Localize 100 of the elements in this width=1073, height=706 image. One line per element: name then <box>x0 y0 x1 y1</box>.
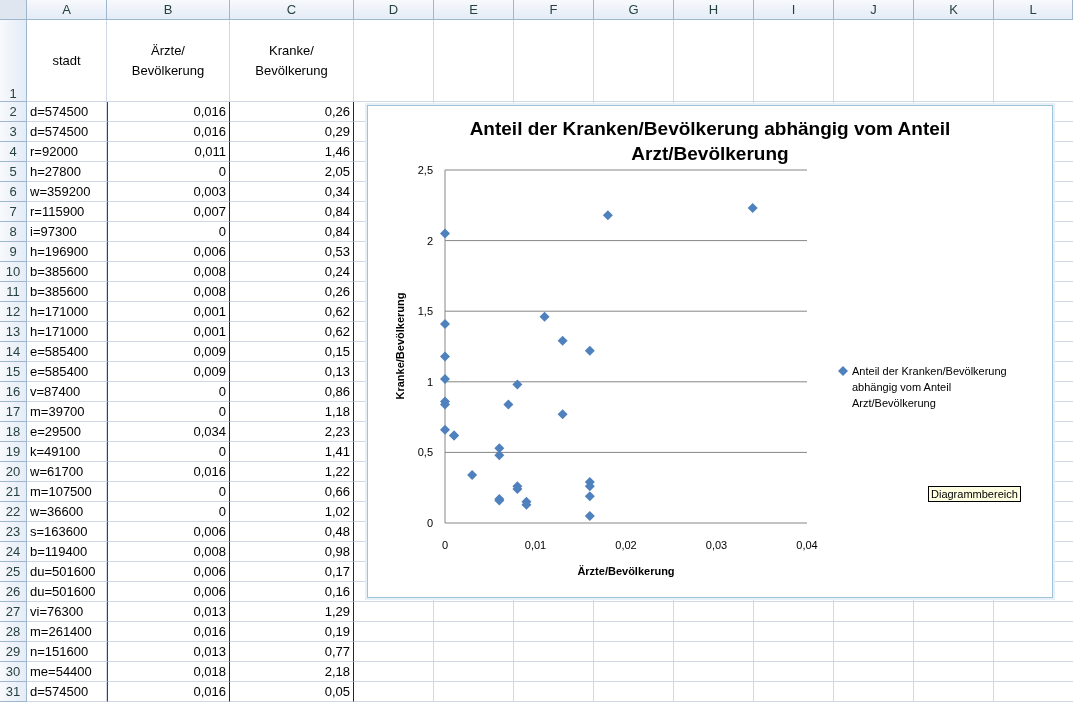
table-cell: 0,13 <box>230 362 354 382</box>
legend-label: Anteil der Kranken/Bevölkerung abhängig vom Anteil Arzt/Bevölkerung <box>852 364 1008 411</box>
axis-tick-label: 0,03 <box>705 539 728 551</box>
table-cell: du=501600 <box>27 582 107 602</box>
table-cell: 1,18 <box>230 402 354 422</box>
table-cell: 0,003 <box>107 182 230 202</box>
table-cell: 0,009 <box>107 362 230 382</box>
table-cell: 2,05 <box>230 162 354 182</box>
table-cell: 0,013 <box>107 642 230 662</box>
table-cell: 0,84 <box>230 222 354 242</box>
table-cell: 0,05 <box>230 682 354 702</box>
table-cell: 0,001 <box>107 302 230 322</box>
table-cell: 0,034 <box>107 422 230 442</box>
table-cell: 0,66 <box>230 482 354 502</box>
axis-tick-label: 1,5 <box>417 305 433 318</box>
table-cell: 2,23 <box>230 422 354 442</box>
table-cell: 0,53 <box>230 242 354 262</box>
table-cell: 0,006 <box>107 522 230 542</box>
axis-tick-label: 0 <box>426 517 433 529</box>
table-cell: 1,02 <box>230 502 354 522</box>
table-cell: 0,48 <box>230 522 354 542</box>
table-cell: 0,16 <box>230 582 354 602</box>
table-cell: m=39700 <box>27 402 107 422</box>
table-cell: d=574500 <box>27 102 107 122</box>
table-cell: vi=76300 <box>27 602 107 622</box>
table-cell: 0,011 <box>107 142 230 162</box>
table-cell: 0,62 <box>230 322 354 342</box>
table-cell: h=171000 <box>27 302 107 322</box>
table-cell: 0,008 <box>107 262 230 282</box>
table-cell: Kranke/ Bevölkerung <box>230 20 354 102</box>
table-cell: v=87400 <box>27 382 107 402</box>
table-cell: 0,016 <box>107 122 230 142</box>
table-cell: stadt <box>27 20 107 102</box>
table-cell: me=54400 <box>27 662 107 682</box>
table-cell: 0,77 <box>230 642 354 662</box>
table-cell: n=151600 <box>27 642 107 662</box>
table-cell: 0,62 <box>230 302 354 322</box>
table-cell: h=171000 <box>27 322 107 342</box>
table-cell: r=115900 <box>27 202 107 222</box>
table-cell: du=501600 <box>27 562 107 582</box>
table-cell: 0,006 <box>107 242 230 262</box>
table-cell: 0,34 <box>230 182 354 202</box>
table-cell: Ärzte/ Bevölkerung <box>107 20 230 102</box>
table-cell: 1,41 <box>230 442 354 462</box>
table-cell: 0,24 <box>230 262 354 282</box>
table-cell: m=107500 <box>27 482 107 502</box>
table-cell: 1,29 <box>230 602 354 622</box>
table-cell: 0,008 <box>107 542 230 562</box>
table-cell: s=163600 <box>27 522 107 542</box>
table-cell: e=585400 <box>27 342 107 362</box>
table-cell: 0,006 <box>107 582 230 602</box>
table-cell: w=359200 <box>27 182 107 202</box>
table-cell: d=574500 <box>27 682 107 702</box>
table-cell: 0 <box>107 482 230 502</box>
table-cell: h=27800 <box>27 162 107 182</box>
axis-tick-label: 0,04 <box>796 539 818 551</box>
table-cell: 1,22 <box>230 462 354 482</box>
axis-tick-label: 0,5 <box>417 446 433 459</box>
table-cell: m=261400 <box>27 622 107 642</box>
table-cell: 0,17 <box>230 562 354 582</box>
table-cell: 0,016 <box>107 682 230 702</box>
axis-tick-label: 1 <box>426 375 433 388</box>
table-cell: 0,26 <box>230 102 354 122</box>
table-cell: b=119400 <box>27 542 107 562</box>
table-cell: 0 <box>107 502 230 522</box>
table-cell: 0,001 <box>107 322 230 342</box>
table-cell: 0,15 <box>230 342 354 362</box>
table-cell: 0,006 <box>107 562 230 582</box>
table-cell: 0,26 <box>230 282 354 302</box>
table-cell: 0 <box>107 162 230 182</box>
y-axis-title: Kranke/Bevölkerung <box>394 292 406 400</box>
axis-tick-label: 2 <box>426 234 433 247</box>
table-cell: 0,86 <box>230 382 354 402</box>
table-cell: 0,013 <box>107 602 230 622</box>
table-cell: i=97300 <box>27 222 107 242</box>
axis-tick-label: 0 <box>441 539 449 551</box>
axis-tick-label: 2,5 <box>417 164 433 176</box>
table-cell: w=36600 <box>27 502 107 522</box>
table-cell: 0 <box>107 222 230 242</box>
table-cell: 0,018 <box>107 662 230 682</box>
table-cell: 0,009 <box>107 342 230 362</box>
x-axis-title: Ärzte/Bevölkerung <box>577 565 675 577</box>
table-cell: 0,98 <box>230 542 354 562</box>
table-cell: h=196900 <box>27 242 107 262</box>
table-cell: 0,84 <box>230 202 354 222</box>
table-cell: 0,19 <box>230 622 354 642</box>
table-cell: 2,18 <box>230 662 354 682</box>
tooltip: Diagrammbereich <box>928 486 1021 502</box>
table-cell: e=585400 <box>27 362 107 382</box>
table-cell: 0 <box>107 442 230 462</box>
table-cell: 1,46 <box>230 142 354 162</box>
table-cell: b=385600 <box>27 262 107 282</box>
table-cell: 0 <box>107 402 230 422</box>
table-cell: 0 <box>107 382 230 402</box>
table-cell: e=29500 <box>27 422 107 442</box>
table-cell: k=49100 <box>27 442 107 462</box>
table-cell: w=61700 <box>27 462 107 482</box>
table-cell: 0,008 <box>107 282 230 302</box>
table-cell: 0,016 <box>107 462 230 482</box>
table-cell: r=92000 <box>27 142 107 162</box>
